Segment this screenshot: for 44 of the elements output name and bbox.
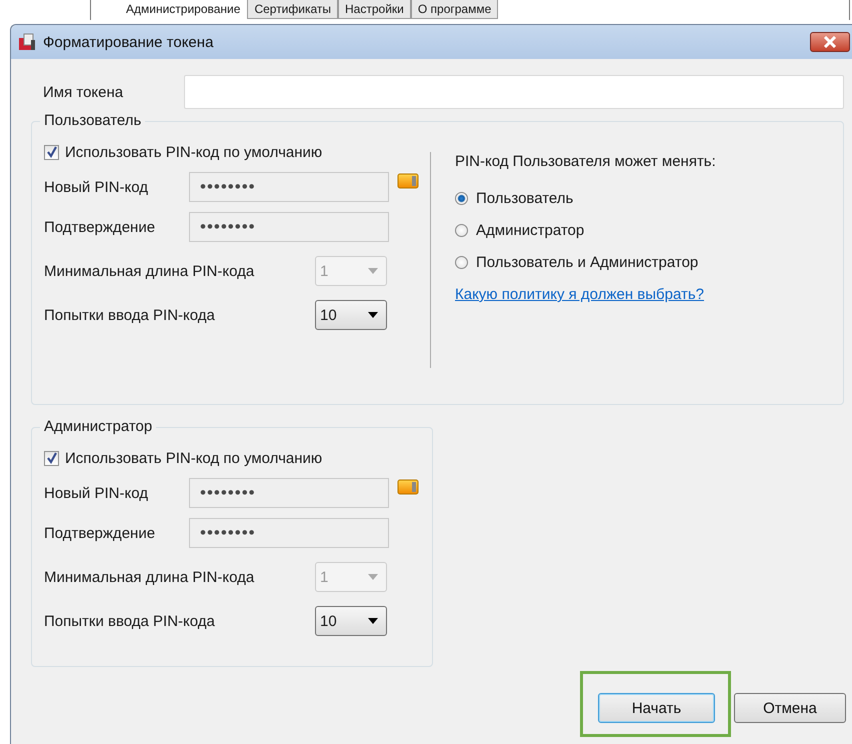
radio-button[interactable] xyxy=(455,224,468,236)
field-label: Минимальная длина PIN-кода xyxy=(44,262,256,280)
policy-label: PIN-код Пользователя может менять: xyxy=(455,152,716,172)
keyboard-icon xyxy=(397,478,419,496)
help-link[interactable]: Какую политику я должен выбрать? xyxy=(455,286,716,303)
password-field[interactable]: •••••••• xyxy=(189,478,389,508)
background-tab[interactable]: Настройки xyxy=(338,0,411,19)
field-label: Попытки ввода PIN-кода xyxy=(44,612,216,630)
group-title: Администратор xyxy=(40,418,156,436)
radio-button[interactable] xyxy=(455,192,468,204)
radio-button[interactable] xyxy=(455,256,468,268)
field-label: Подтверждение xyxy=(44,524,156,542)
close-icon xyxy=(823,36,837,48)
field-label: Подтверждение xyxy=(44,218,156,236)
password-field[interactable]: •••••••• xyxy=(189,518,389,548)
background-tab[interactable]: Сертификаты xyxy=(247,0,338,19)
radio-label: Пользователь xyxy=(476,190,574,206)
password-field[interactable]: •••••••• xyxy=(189,172,389,202)
password-field[interactable]: •••••••• xyxy=(189,212,389,242)
caret-icon xyxy=(368,618,378,624)
checkbox-label: Использовать PIN-код по умолчанию xyxy=(65,144,322,160)
radio-label: Пользователь и Администратор xyxy=(476,254,698,270)
checkbox[interactable] xyxy=(44,144,59,160)
checkbox[interactable] xyxy=(44,450,59,466)
radio-label: Администратор xyxy=(476,222,584,238)
checkbox-label: Использовать PIN-код по умолчанию xyxy=(65,450,322,466)
token-name-field[interactable] xyxy=(184,75,844,109)
caret-icon xyxy=(368,574,378,580)
field-label: Новый PIN-код xyxy=(44,484,149,502)
close-button[interactable] xyxy=(810,32,850,52)
app-icon xyxy=(17,32,37,52)
field-label: Имя токена xyxy=(42,84,124,100)
dropdown[interactable]: 10 xyxy=(315,300,387,330)
field-label: Новый PIN-код xyxy=(44,178,149,196)
window-title: Форматирование токена xyxy=(43,34,214,50)
dialog-button[interactable]: Начать xyxy=(598,693,715,723)
caret-icon xyxy=(368,268,378,274)
keyboard-icon xyxy=(397,172,419,190)
field-label: Минимальная длина PIN-кода xyxy=(44,568,256,586)
caret-icon xyxy=(368,312,378,318)
dialog-button[interactable]: Отмена xyxy=(734,693,846,723)
dropdown[interactable]: 10 xyxy=(315,606,387,636)
background-tab[interactable]: О программе xyxy=(410,0,498,19)
field-label: Попытки ввода PIN-кода xyxy=(44,306,216,324)
